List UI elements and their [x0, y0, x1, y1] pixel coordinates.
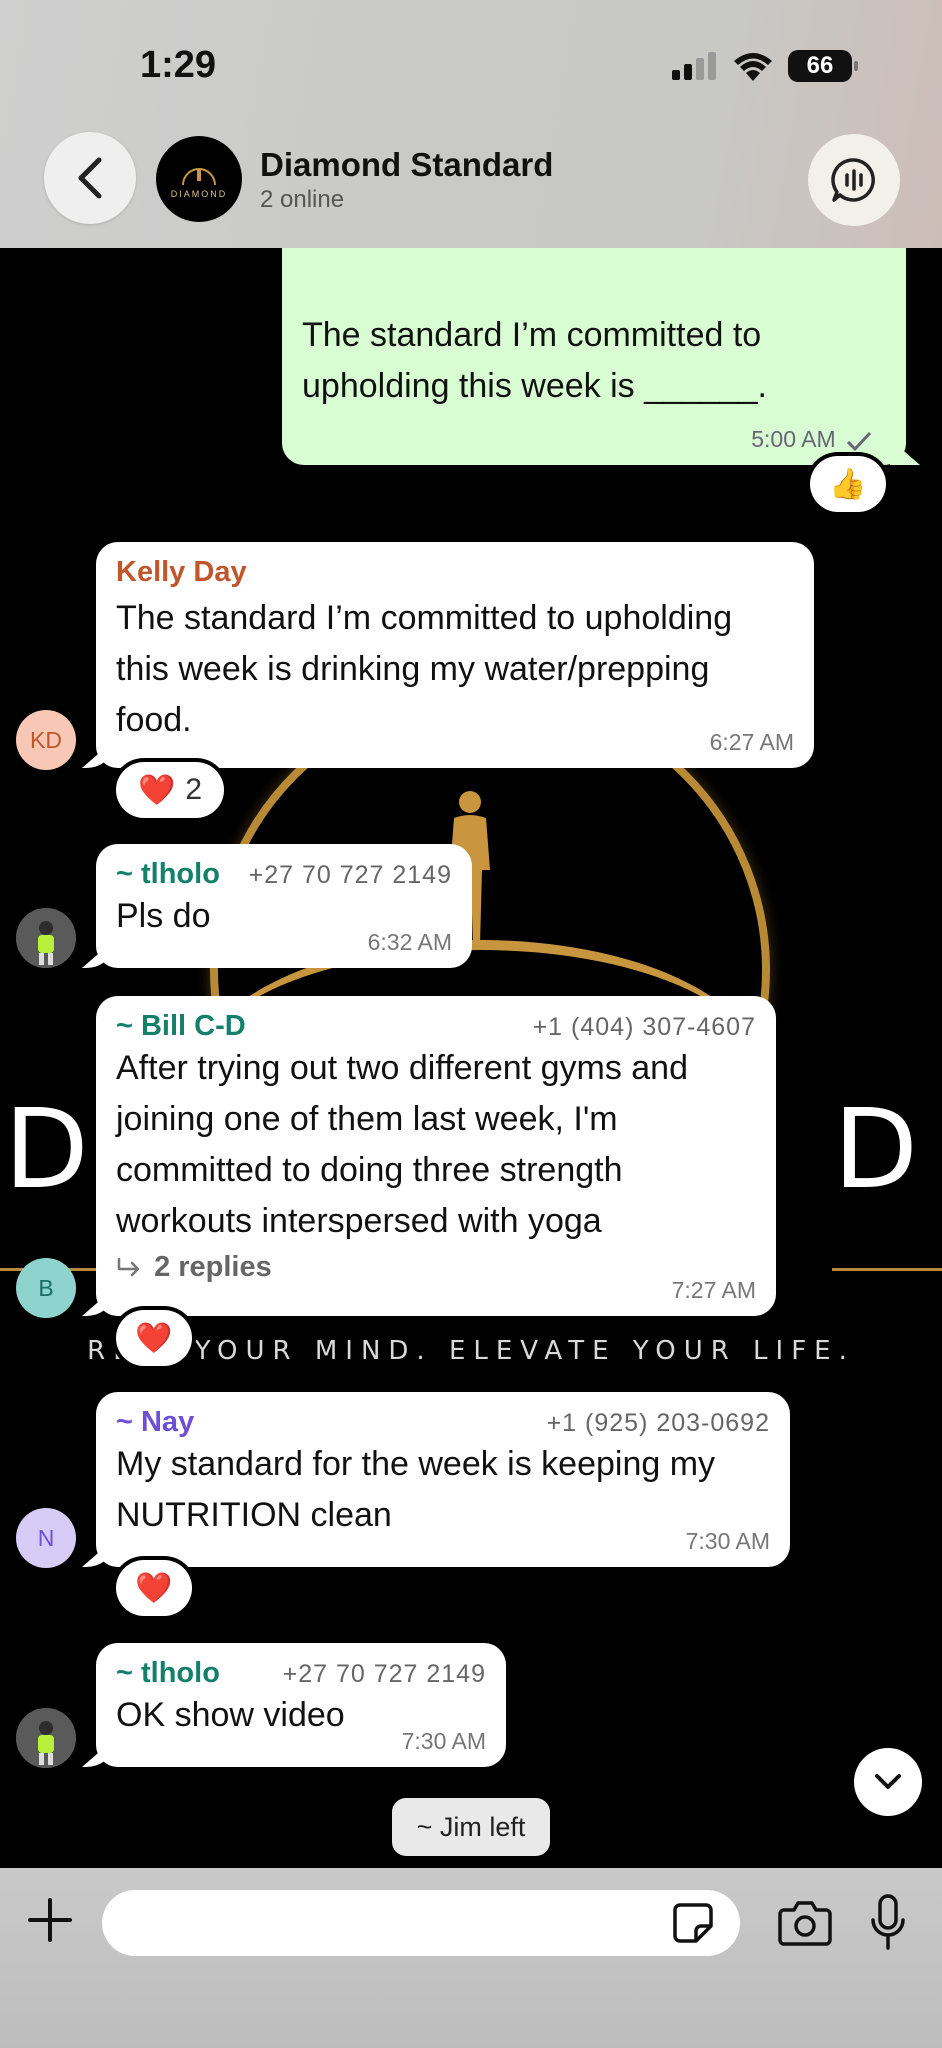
chevron-down-icon [875, 1774, 901, 1789]
message-reaction[interactable]: ❤️ 2 [116, 762, 224, 818]
message-incoming[interactable]: ~ tlholo +27 70 727 2149 OK show video 7… [96, 1643, 506, 1767]
group-online-status: 2 online [260, 186, 345, 213]
cellular-signal-icon [672, 52, 716, 80]
mic-icon[interactable] [870, 1894, 906, 1952]
wallpaper-line-right [832, 1268, 942, 1271]
sent-check-icon [846, 431, 872, 452]
message-text: My standard for the week is keeping my N… [116, 1445, 716, 1534]
sticker-icon[interactable] [672, 1902, 714, 1944]
thumbs-up-emoji: 👍 [829, 467, 867, 501]
chat-header: 1:29 66 DIAMOND Diamond Standard 2 onlin… [0, 0, 942, 248]
battery-indicator: 66 [788, 50, 858, 82]
message-time: 5:00 AM [751, 426, 872, 453]
message-incoming[interactable]: ~ tlholo +27 70 727 2149 Pls do 6:32 AM [96, 844, 472, 968]
diamond-logo-icon [182, 168, 216, 186]
message-incoming[interactable]: ~ Nay +1 (925) 203-0692 My standard for … [96, 1392, 790, 1567]
group-avatar-text: DIAMOND [170, 189, 228, 199]
message-time: 7:30 AM [685, 1528, 770, 1554]
avatar[interactable]: B [16, 1258, 76, 1318]
message-text: The standard I’m committed to upholding … [116, 599, 733, 739]
sender-name[interactable]: Kelly Day [116, 556, 794, 589]
message-time: 6:32 AM [367, 929, 452, 955]
heart-emoji: ❤️ [137, 773, 176, 807]
message-text: After trying out two different gyms and … [116, 1049, 688, 1240]
call-icon [831, 158, 875, 202]
replies-count: 2 replies [154, 1251, 272, 1283]
message-reaction[interactable]: 👍 [810, 456, 886, 512]
sender-phone: +1 (404) 307-4607 [532, 1013, 756, 1041]
back-chevron-icon [78, 157, 102, 199]
composer-bar [0, 1868, 942, 2048]
reply-arrow-icon [117, 1258, 140, 1277]
message-reaction[interactable]: ❤️ [116, 1560, 192, 1616]
scroll-to-bottom-button[interactable] [854, 1748, 922, 1816]
heart-emoji: ❤️ [135, 1571, 173, 1605]
group-call-button[interactable] [808, 134, 900, 226]
camera-icon[interactable] [778, 1898, 832, 1948]
reaction-count: 2 [185, 773, 203, 806]
message-text-line: The standard I’m committed to [302, 316, 762, 354]
back-button[interactable] [44, 132, 136, 224]
wifi-icon [734, 53, 772, 81]
plus-icon[interactable] [28, 1898, 72, 1942]
message-time: 7:27 AM [671, 1277, 756, 1303]
message-time: 7:30 AM [401, 1728, 486, 1754]
sender-name[interactable]: ~ Bill C-D [116, 1010, 246, 1043]
system-message: ~ Jim left [392, 1798, 550, 1856]
status-time: 1:29 [140, 44, 217, 86]
message-incoming[interactable]: Kelly Day The standard I’m committed to … [96, 542, 814, 768]
group-avatar[interactable]: DIAMOND [156, 136, 242, 222]
sender-name[interactable]: ~ tlholo [116, 1657, 220, 1690]
message-reaction[interactable]: ❤️ [116, 1310, 192, 1366]
avatar[interactable] [16, 908, 76, 968]
sender-phone: +27 70 727 2149 [248, 861, 452, 889]
sender-name[interactable]: ~ tlholo [116, 858, 220, 891]
sender-phone: +27 70 727 2149 [282, 1660, 486, 1688]
avatar[interactable] [16, 1708, 76, 1768]
sender-name[interactable]: ~ Nay [116, 1406, 194, 1439]
sender-phone: +1 (925) 203-0692 [546, 1409, 770, 1437]
status-icons: 66 [672, 50, 858, 82]
thread-replies-link[interactable]: 2 replies [116, 1251, 756, 1284]
message-time: 6:27 AM [709, 729, 794, 755]
message-outgoing[interactable]: The standard I’m committed to upholding … [282, 230, 906, 465]
avatar[interactable]: N [16, 1508, 76, 1568]
avatar[interactable]: KD [16, 710, 76, 770]
heart-emoji: ❤️ [135, 1321, 173, 1355]
message-incoming[interactable]: ~ Bill C-D +1 (404) 307-4607 After tryin… [96, 996, 776, 1316]
user-photo-icon [16, 908, 76, 968]
message-text-line: upholding this week is ______. [302, 367, 767, 405]
group-title[interactable]: Diamond Standard [260, 146, 553, 184]
message-input[interactable] [102, 1890, 740, 1956]
user-photo-icon [16, 1708, 76, 1768]
